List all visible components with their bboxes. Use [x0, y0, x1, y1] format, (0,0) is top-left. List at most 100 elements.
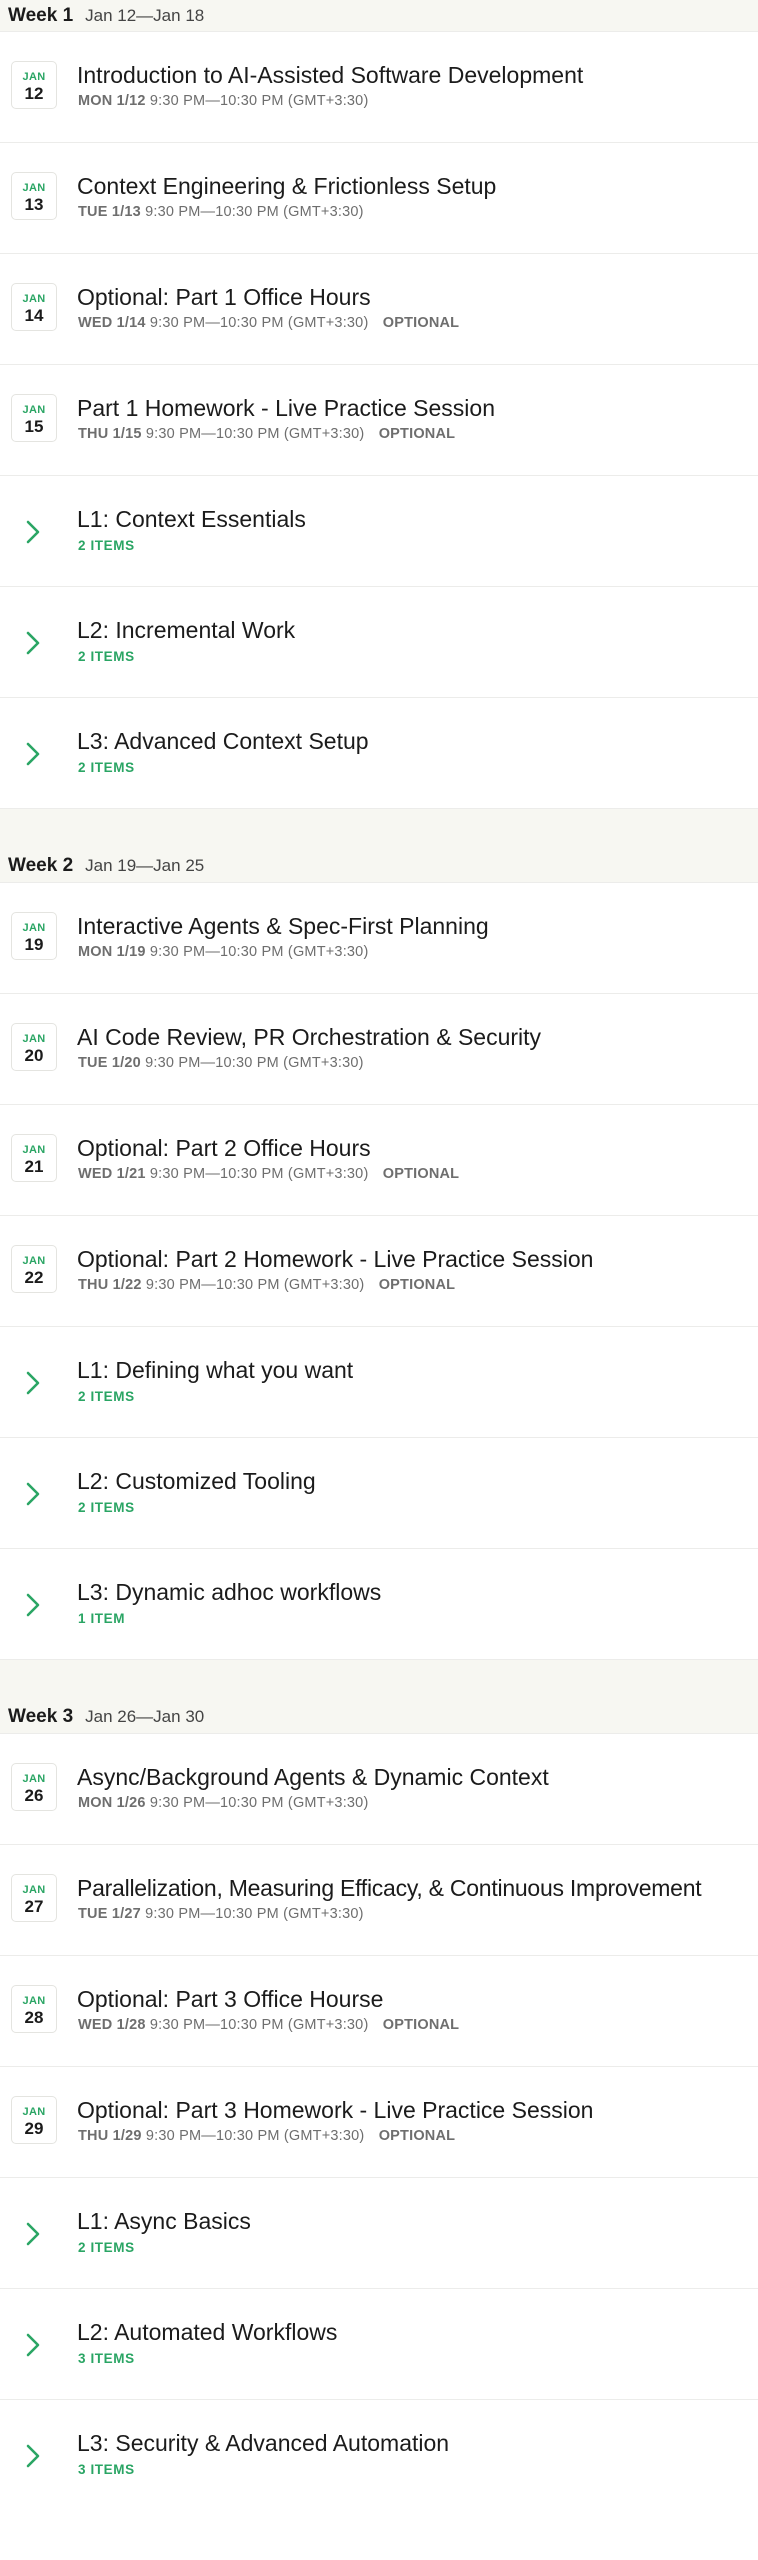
date-badge: JAN 13	[11, 172, 57, 220]
lesson-item-count: 1 ITEM	[78, 1611, 126, 1626]
chevron-right-icon[interactable]	[24, 1592, 42, 1618]
date-badge: JAN 14	[11, 283, 57, 331]
session-title[interactable]: Interactive Agents & Spec-First Planning	[77, 913, 489, 940]
lesson-item-count: 2 ITEMS	[78, 2240, 135, 2255]
lesson-item-count: 2 ITEMS	[78, 1389, 135, 1404]
session-time: 9:30 PM—10:30 PM (GMT+3:30)	[145, 426, 365, 442]
date-badge-month: JAN	[22, 1995, 46, 2007]
session-title[interactable]: Context Engineering & Frictionless Setup	[77, 173, 496, 200]
lesson-row[interactable]: L1: Async Basics 2 ITEMS	[0, 2178, 758, 2289]
session-time: 9:30 PM—10:30 PM (GMT+3:30)	[149, 315, 369, 331]
date-badge-day: 14	[24, 306, 44, 325]
session-row[interactable]: JAN 22 Optional: Part 2 Homework - Live …	[0, 1216, 758, 1327]
optional-badge: OPTIONAL	[382, 315, 460, 331]
chevron-right-icon[interactable]	[24, 2332, 42, 2358]
chevron-right-icon[interactable]	[24, 1370, 42, 1396]
chevron-right-icon[interactable]	[24, 1481, 42, 1507]
session-meta: THU 1/15 9:30 PM—10:30 PM (GMT+3:30) OPT…	[78, 426, 455, 442]
date-badge-day: 12	[24, 84, 44, 103]
lesson-title[interactable]: L1: Defining what you want	[77, 1357, 353, 1384]
session-row[interactable]: JAN 14 Optional: Part 1 Office Hours WED…	[0, 254, 758, 365]
session-title[interactable]: Optional: Part 1 Office Hours	[77, 284, 371, 311]
lesson-row[interactable]: L2: Incremental Work 2 ITEMS	[0, 587, 758, 698]
course-schedule: Week 1 Jan 12—Jan 18 JAN 12 Introduction…	[0, 0, 758, 2511]
week-header: Week 3 Jan 26—Jan 30	[0, 1700, 758, 1734]
date-badge-day: 15	[24, 417, 44, 436]
lesson-title[interactable]: L2: Incremental Work	[77, 617, 295, 644]
chevron-right-icon[interactable]	[24, 2443, 42, 2469]
date-badge: JAN 22	[11, 1245, 57, 1293]
chevron-right-icon[interactable]	[24, 741, 42, 767]
week-header: Week 1 Jan 12—Jan 18	[0, 0, 758, 32]
date-badge-day: 27	[24, 1897, 44, 1916]
lesson-title[interactable]: L3: Advanced Context Setup	[77, 728, 369, 755]
session-row[interactable]: JAN 13 Context Engineering & Frictionles…	[0, 143, 758, 254]
session-title[interactable]: Introduction to AI-Assisted Software Dev…	[77, 62, 583, 89]
optional-badge: OPTIONAL	[378, 2128, 456, 2144]
session-row[interactable]: JAN 27 Parallelization, Measuring Effica…	[0, 1845, 758, 1956]
lesson-title[interactable]: L1: Async Basics	[77, 2208, 251, 2235]
week-title: Week 3	[8, 1705, 74, 1727]
lesson-row[interactable]: L3: Dynamic adhoc workflows 1 ITEM	[0, 1549, 758, 1660]
date-badge-month: JAN	[22, 293, 46, 305]
session-title[interactable]: Optional: Part 2 Office Hours	[77, 1135, 371, 1162]
date-badge-day: 13	[24, 195, 44, 214]
lesson-item-count: 3 ITEMS	[78, 2351, 135, 2366]
lesson-title[interactable]: L3: Security & Advanced Automation	[77, 2430, 449, 2457]
session-row[interactable]: JAN 29 Optional: Part 3 Homework - Live …	[0, 2067, 758, 2178]
session-title[interactable]: Optional: Part 3 Office Hourse	[77, 1986, 383, 2013]
date-badge-day: 19	[24, 935, 44, 954]
session-row[interactable]: JAN 12 Introduction to AI-Assisted Softw…	[0, 32, 758, 143]
week-items: JAN 26 Async/Background Agents & Dynamic…	[0, 1734, 758, 2511]
session-weekday: THU 1/22	[78, 1277, 142, 1293]
lesson-row[interactable]: L1: Defining what you want 2 ITEMS	[0, 1327, 758, 1438]
date-badge-month: JAN	[22, 1033, 46, 1045]
session-meta: MON 1/12 9:30 PM—10:30 PM (GMT+3:30)	[78, 93, 378, 109]
session-row[interactable]: JAN 28 Optional: Part 3 Office Hourse WE…	[0, 1956, 758, 2067]
lesson-row[interactable]: L3: Security & Advanced Automation 3 ITE…	[0, 2400, 758, 2511]
date-badge-day: 28	[24, 2008, 44, 2027]
session-meta: TUE 1/27 9:30 PM—10:30 PM (GMT+3:30)	[78, 1906, 374, 1922]
session-row[interactable]: JAN 26 Async/Background Agents & Dynamic…	[0, 1734, 758, 1845]
session-time: 9:30 PM—10:30 PM (GMT+3:30)	[145, 1277, 365, 1293]
session-title[interactable]: AI Code Review, PR Orchestration & Secur…	[77, 1024, 541, 1051]
session-meta: WED 1/21 9:30 PM—10:30 PM (GMT+3:30) OPT…	[78, 1166, 459, 1182]
session-meta: TUE 1/20 9:30 PM—10:30 PM (GMT+3:30)	[78, 1055, 374, 1071]
date-badge-day: 26	[24, 1786, 44, 1805]
session-title[interactable]: Part 1 Homework - Live Practice Session	[77, 395, 495, 422]
chevron-right-icon[interactable]	[24, 519, 42, 545]
lesson-row[interactable]: L2: Automated Workflows 3 ITEMS	[0, 2289, 758, 2400]
session-weekday: TUE 1/27	[78, 1906, 141, 1922]
session-title[interactable]: Optional: Part 3 Homework - Live Practic…	[77, 2097, 593, 2124]
lesson-row[interactable]: L3: Advanced Context Setup 2 ITEMS	[0, 698, 758, 809]
date-badge-month: JAN	[22, 404, 46, 416]
week-title: Week 1	[8, 4, 74, 26]
lesson-title[interactable]: L1: Context Essentials	[77, 506, 306, 533]
week-date-range: Jan 12—Jan 18	[85, 5, 205, 25]
session-title[interactable]: Async/Background Agents & Dynamic Contex…	[77, 1764, 549, 1791]
chevron-right-icon[interactable]	[24, 2221, 42, 2247]
session-row[interactable]: JAN 15 Part 1 Homework - Live Practice S…	[0, 365, 758, 476]
lesson-title[interactable]: L2: Automated Workflows	[77, 2319, 337, 2346]
session-time: 9:30 PM—10:30 PM (GMT+3:30)	[149, 944, 369, 960]
chevron-right-icon[interactable]	[24, 630, 42, 656]
date-badge-month: JAN	[22, 922, 46, 934]
date-badge: JAN 28	[11, 1985, 57, 2033]
lesson-title[interactable]: L3: Dynamic adhoc workflows	[77, 1579, 381, 1606]
session-time: 9:30 PM—10:30 PM (GMT+3:30)	[149, 2017, 369, 2033]
session-row[interactable]: JAN 19 Interactive Agents & Spec-First P…	[0, 883, 758, 994]
session-time: 9:30 PM—10:30 PM (GMT+3:30)	[145, 2128, 365, 2144]
session-row[interactable]: JAN 21 Optional: Part 2 Office Hours WED…	[0, 1105, 758, 1216]
session-time: 9:30 PM—10:30 PM (GMT+3:30)	[145, 1055, 364, 1071]
lesson-row[interactable]: L2: Customized Tooling 2 ITEMS	[0, 1438, 758, 1549]
session-row[interactable]: JAN 20 AI Code Review, PR Orchestration …	[0, 994, 758, 1105]
session-title[interactable]: Optional: Part 2 Homework - Live Practic…	[77, 1246, 593, 1273]
lesson-title[interactable]: L2: Customized Tooling	[77, 1468, 316, 1495]
session-title[interactable]: Parallelization, Measuring Efficacy, & C…	[77, 1875, 702, 1902]
week-title: Week 2	[8, 854, 74, 876]
session-weekday: MON 1/12	[78, 93, 146, 109]
date-badge: JAN 27	[11, 1874, 57, 1922]
lesson-row[interactable]: L1: Context Essentials 2 ITEMS	[0, 476, 758, 587]
session-meta: WED 1/28 9:30 PM—10:30 PM (GMT+3:30) OPT…	[78, 2017, 459, 2033]
session-weekday: TUE 1/20	[78, 1055, 141, 1071]
